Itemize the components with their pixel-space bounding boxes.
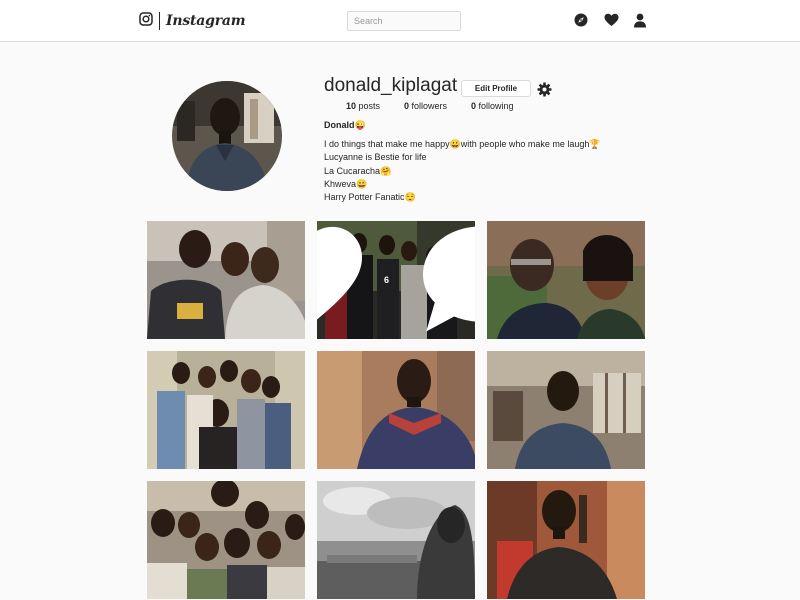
post-hover-overlay: 6 1 bbox=[317, 221, 475, 339]
bio-text: with people who make me laugh bbox=[460, 139, 590, 149]
grinning-emoji-icon: 😜 bbox=[354, 120, 366, 130]
post-thumbnail[interactable] bbox=[317, 351, 475, 469]
bio-line: Harry Potter Fanatic😌 bbox=[324, 191, 624, 204]
following-stat[interactable]: 0 following bbox=[471, 101, 514, 111]
posts-count: 10 bbox=[346, 101, 357, 111]
following-count: 0 bbox=[471, 101, 477, 111]
bio-text: Harry Potter Fanatic bbox=[324, 192, 405, 203]
comment-icon bbox=[403, 221, 475, 339]
post-thumbnail[interactable] bbox=[487, 481, 645, 599]
posts-grid: 6 1 bbox=[147, 221, 645, 599]
followers-label: followers bbox=[411, 101, 448, 111]
compass-icon[interactable] bbox=[573, 12, 589, 28]
laughing-emoji-icon: 😄 bbox=[356, 178, 368, 189]
logo-wordmark: Instagram bbox=[166, 13, 246, 29]
posts-label: posts bbox=[358, 101, 381, 111]
bio-line: Lucyanne is Bestie for life bbox=[324, 151, 624, 164]
post-thumbnail[interactable]: 6 1 bbox=[317, 221, 475, 339]
top-nav-bar: Instagram bbox=[0, 0, 800, 42]
profile-full-name: Donald😜 bbox=[324, 120, 366, 131]
followers-stat[interactable]: 0 followers bbox=[404, 101, 447, 111]
search-input[interactable] bbox=[347, 11, 461, 31]
post-thumbnail[interactable] bbox=[487, 221, 645, 339]
bio-line: I do things that make me happy😀with peop… bbox=[324, 138, 624, 151]
profile-bio: I do things that make me happy😀with peop… bbox=[324, 138, 624, 204]
hugging-emoji-icon: 🤗 bbox=[380, 165, 392, 176]
posts-stat[interactable]: 10 posts bbox=[346, 101, 380, 111]
edit-profile-button[interactable]: Edit Profile bbox=[461, 80, 531, 97]
relieved-emoji-icon: 😌 bbox=[404, 192, 416, 203]
bio-line: La Cucaracha🤗 bbox=[324, 165, 624, 178]
bio-text: La Cucaracha bbox=[324, 165, 381, 176]
bio-text: I do things that make me happy bbox=[324, 139, 450, 149]
comments-count-item: 1 bbox=[403, 221, 475, 339]
post-thumbnail[interactable] bbox=[147, 481, 305, 599]
post-thumbnail[interactable] bbox=[147, 221, 305, 339]
person-icon[interactable] bbox=[632, 12, 648, 28]
post-thumbnail[interactable] bbox=[487, 351, 645, 469]
profile-username: donald_kiplagat bbox=[324, 75, 458, 96]
happy-emoji-icon: 😀 bbox=[449, 139, 461, 149]
gear-icon[interactable] bbox=[537, 82, 552, 97]
logo-divider bbox=[159, 12, 160, 30]
heart-icon bbox=[317, 221, 382, 339]
profile-avatar[interactable] bbox=[172, 81, 282, 191]
post-thumbnail[interactable] bbox=[147, 351, 305, 469]
likes-count-item: 6 bbox=[317, 221, 389, 339]
following-label: following bbox=[478, 101, 514, 111]
trophy-emoji-icon: 🏆 bbox=[589, 139, 601, 149]
logo[interactable]: Instagram bbox=[139, 11, 246, 31]
bio-text: Khweva bbox=[324, 178, 357, 189]
heart-icon[interactable] bbox=[603, 12, 619, 28]
bio-text: Lucyanne is Bestie for life bbox=[324, 152, 427, 163]
full-name-text: Donald bbox=[324, 120, 355, 130]
followers-count: 0 bbox=[404, 101, 410, 111]
bio-line: Khweva😄 bbox=[324, 178, 624, 191]
instagram-camera-icon bbox=[139, 11, 153, 31]
likes-count: 6 bbox=[383, 275, 389, 285]
post-thumbnail[interactable] bbox=[317, 481, 475, 599]
